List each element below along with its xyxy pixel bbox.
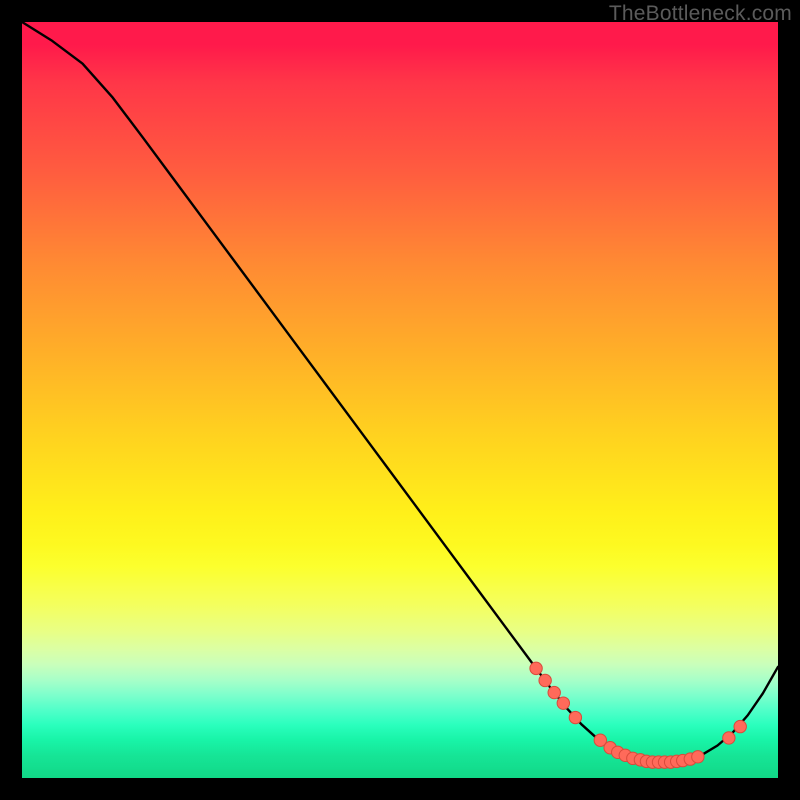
- curve-marker: [692, 751, 704, 763]
- curve-marker: [530, 662, 542, 674]
- bottleneck-curve: [22, 22, 778, 762]
- curve-overlay: [22, 22, 778, 778]
- chart-stage: TheBottleneck.com: [0, 0, 800, 800]
- curve-marker: [734, 720, 746, 732]
- plot-area: [22, 22, 778, 778]
- curve-marker: [723, 732, 735, 744]
- watermark-text: TheBottleneck.com: [609, 2, 792, 26]
- curve-marker: [569, 711, 581, 723]
- curve-markers: [530, 662, 747, 768]
- curve-marker: [557, 697, 569, 709]
- curve-marker: [539, 674, 551, 686]
- curve-marker: [548, 686, 560, 698]
